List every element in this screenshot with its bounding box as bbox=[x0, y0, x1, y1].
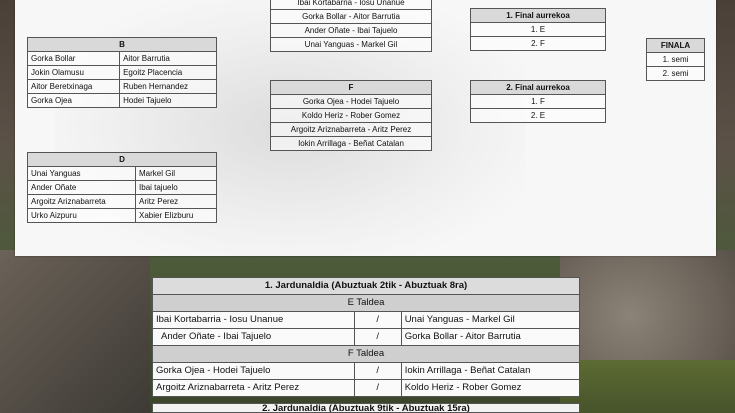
group-b-player: Jokin Olamusu bbox=[26, 65, 121, 80]
match-away: Unai Yanguas - Markel Gil bbox=[400, 311, 581, 329]
group-b-player: Gorka Ojea bbox=[26, 93, 121, 108]
rock-left bbox=[0, 250, 150, 413]
group-e-row: Gorka Bollar - Aitor Barrutia bbox=[270, 9, 432, 24]
group-f-row: Iokin Arrillaga - Beñat Catalan bbox=[270, 136, 432, 151]
match-home: Gorka Ojea - Hodei Tajuelo bbox=[152, 362, 355, 380]
final-row: 1. semi bbox=[646, 52, 705, 67]
group-d-player: Unai Yanguas bbox=[26, 166, 137, 181]
match-home: Ibai Kortabarria - Iosu Unanue bbox=[152, 311, 355, 329]
group-d-player: Argoitz Ariznabarreta bbox=[26, 194, 137, 209]
match-separator: / bbox=[353, 328, 402, 346]
final-table: FINALA 1. semi 2. semi bbox=[646, 38, 705, 81]
group-d-player: Ander Oñate bbox=[26, 180, 137, 195]
group-f-table: F Gorka Ojea - Hodei Tajuelo Koldo Heriz… bbox=[270, 80, 432, 151]
semifinal-1-row: 1. E bbox=[470, 22, 606, 37]
final-title: FINALA bbox=[646, 38, 705, 53]
group-f-title: F bbox=[270, 80, 432, 95]
group-b-player: Aitor Beretxinaga bbox=[26, 79, 121, 94]
group-d-title: D bbox=[27, 152, 217, 167]
semifinal-2-row: 1. F bbox=[470, 94, 606, 109]
next-round-title: 2. Jardunaldia (Abuztuak 9tik - Abuztuak… bbox=[152, 403, 580, 413]
group-f-row: Koldo Heriz - Rober Gomez bbox=[270, 108, 432, 123]
group-b-player: Hodei Tajuelo bbox=[119, 93, 217, 108]
match-home: Ander Oñate - Ibai Tajuelo bbox=[152, 328, 355, 346]
group-d-player: Urko Aizpuru bbox=[26, 208, 137, 223]
bracket-sheet: Ibai Kortabarria - Iosu Unanue Gorka Bol… bbox=[15, 0, 716, 256]
group-e-table: Ibai Kortabarria - Iosu Unanue Gorka Bol… bbox=[270, 0, 432, 52]
group-d-player: Aritz Perez bbox=[135, 194, 217, 209]
group-d-player: Xabier Elizburu bbox=[135, 208, 217, 223]
group-b-player: Ruben Hernandez bbox=[119, 79, 217, 94]
schedule-panel: 1. Jardunaldia (Abuztuak 2tik - Abuztuak… bbox=[152, 277, 581, 397]
semifinal-2-table: 2. Final aurrekoa 1. F 2. E bbox=[470, 80, 606, 123]
match-home: Argoitz Ariznabarreta - Aritz Perez bbox=[152, 379, 355, 397]
group-d-player: Markel Gil bbox=[135, 166, 217, 181]
section-label: F Taldea bbox=[152, 345, 580, 363]
semifinal-1-table: 1. Final aurrekoa 1. E 2. F bbox=[470, 8, 606, 51]
group-b-player: Gorka Bollar bbox=[26, 51, 121, 66]
group-f-row: Argoitz Ariznabarreta - Aritz Perez bbox=[270, 122, 432, 137]
final-row: 2. semi bbox=[646, 66, 705, 81]
group-b-table: B Gorka Bollar Aitor Barrutia Jokin Olamu… bbox=[26, 37, 217, 108]
group-b-title: B bbox=[27, 37, 217, 52]
group-d-table: D Unai Yanguas Markel Gil Ander Oñate Ibai… bbox=[26, 152, 217, 223]
group-b-player: Egoitz Placencia bbox=[119, 65, 217, 80]
semifinal-2-title: 2. Final aurrekoa bbox=[470, 80, 606, 95]
semifinal-1-row: 2. F bbox=[470, 36, 606, 51]
schedule-title: 1. Jardunaldia (Abuztuak 2tik - Abuztuak… bbox=[152, 277, 580, 295]
semifinal-1-title: 1. Final aurrekoa bbox=[470, 8, 606, 23]
match-away: Koldo Heriz - Rober Gomez bbox=[400, 379, 581, 397]
group-b-player: Aitor Barrutia bbox=[119, 51, 217, 66]
group-e-row: Unai Yanguas - Markel Gil bbox=[270, 37, 432, 52]
section-label: E Taldea bbox=[152, 294, 580, 312]
group-e-row: Ander Oñate - Ibai Tajuelo bbox=[270, 23, 432, 38]
schedule-table: 1. Jardunaldia (Abuztuak 2tik - Abuztuak… bbox=[152, 277, 581, 397]
moss-ground bbox=[560, 360, 735, 413]
group-e-row: Ibai Kortabarria - Iosu Unanue bbox=[270, 0, 432, 10]
semifinal-2-row: 2. E bbox=[470, 108, 606, 123]
match-separator: / bbox=[353, 362, 402, 380]
match-separator: / bbox=[353, 311, 402, 329]
group-f-row: Gorka Ojea - Hodei Tajuelo bbox=[270, 94, 432, 109]
match-away: Iokin Arrillaga - Beñat Catalan bbox=[400, 362, 581, 380]
match-separator: / bbox=[353, 379, 402, 397]
group-d-player: Ibai tajuelo bbox=[135, 180, 217, 195]
match-away: Gorka Bollar - Aitor Barrutia bbox=[400, 328, 581, 346]
